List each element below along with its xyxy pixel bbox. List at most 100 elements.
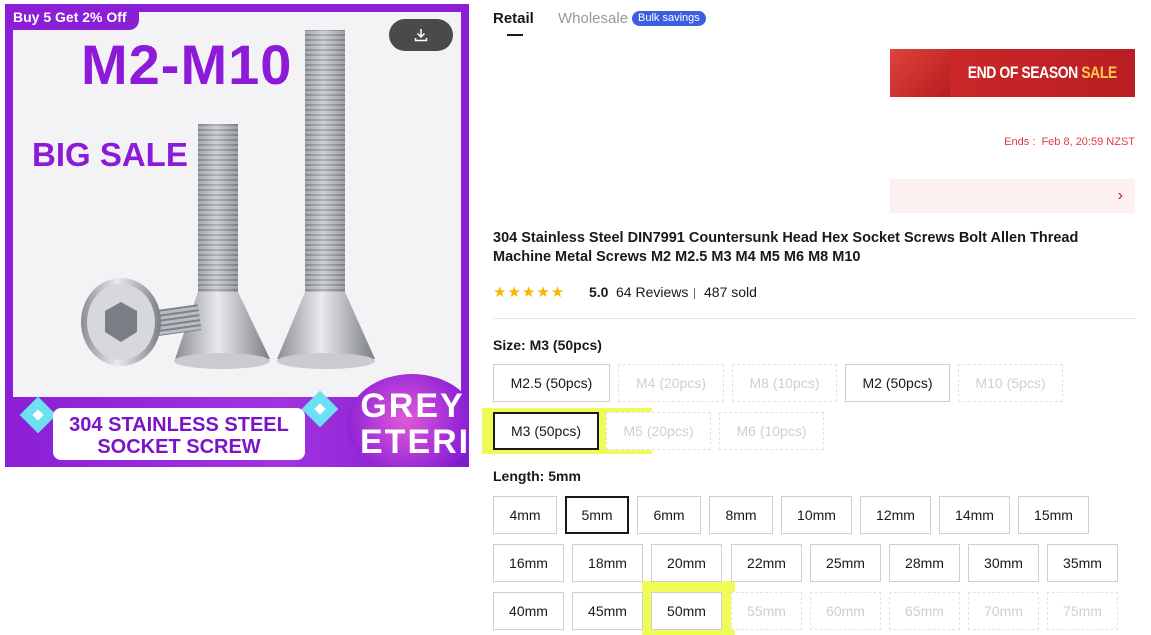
length-option[interactable]: 75mm xyxy=(1047,592,1118,630)
size-option-label: M10 (5pcs) xyxy=(975,375,1046,391)
size-option[interactable]: M4 (20pcs) xyxy=(618,364,724,402)
ends-label: Ends : xyxy=(1004,136,1036,148)
length-option-label: 8mm xyxy=(725,507,757,523)
tab-wholesale-label: Wholesale xyxy=(558,10,629,27)
size-option-label: M2 (50pcs) xyxy=(862,375,933,391)
material-label: 304 STAINLESS STEEL SOCKET SCREW xyxy=(53,408,305,460)
length-option[interactable]: 50mm xyxy=(651,592,722,630)
size-option-label: M4 (20pcs) xyxy=(635,375,707,391)
length-option[interactable]: 22mm xyxy=(731,544,802,582)
length-option-label: 4mm xyxy=(509,507,541,523)
download-icon xyxy=(414,29,428,42)
season-banner-main: END OF SEASON xyxy=(967,63,1078,82)
banner-decoration xyxy=(890,49,950,97)
length-option-label: 45mm xyxy=(588,603,627,619)
length-option[interactable]: 5mm xyxy=(565,496,629,534)
length-option[interactable]: 45mm xyxy=(572,592,643,630)
brand-logo: GREY ETERI xyxy=(360,387,469,461)
length-option-label: 60mm xyxy=(826,603,865,619)
length-option[interactable]: 4mm xyxy=(493,496,557,534)
season-banner-text: END OF SEASON SALE xyxy=(967,63,1118,83)
size-label: Size: M3 (50pcs) xyxy=(493,337,602,353)
size-option[interactable]: M6 (10pcs) xyxy=(719,412,824,450)
active-tab-underline xyxy=(507,34,523,36)
sale-ends-countdown: Ends : Feb 8, 20:59 NZST xyxy=(1004,136,1135,148)
length-option-label: 65mm xyxy=(905,603,944,619)
size-option[interactable]: M3 (50pcs) xyxy=(493,412,599,450)
length-option-label: 30mm xyxy=(984,555,1023,571)
chevron-right-icon: › xyxy=(1117,187,1123,204)
material-line-2: SOCKET SCREW xyxy=(97,436,261,458)
size-option[interactable]: M2 (50pcs) xyxy=(845,364,950,402)
size-option[interactable]: M5 (20pcs) xyxy=(606,412,711,450)
sold-count: 487 sold xyxy=(704,284,757,300)
size-option-label: M2.5 (50pcs) xyxy=(510,375,593,391)
promo-strip[interactable]: › xyxy=(890,179,1135,213)
length-option[interactable]: 16mm xyxy=(493,544,564,582)
length-option[interactable]: 70mm xyxy=(968,592,1039,630)
size-option[interactable]: M10 (5pcs) xyxy=(958,364,1063,402)
length-option[interactable]: 12mm xyxy=(860,496,931,534)
brand-line-1: GREY xyxy=(360,387,465,425)
size-option-label: M3 (50pcs) xyxy=(510,423,582,439)
section-divider xyxy=(493,318,1135,319)
length-option-label: 40mm xyxy=(509,603,548,619)
length-option[interactable]: 28mm xyxy=(889,544,960,582)
length-option-label: 5mm xyxy=(581,507,613,523)
star-rating-icon: ★★★★★ xyxy=(493,284,566,301)
length-option-label: 28mm xyxy=(905,555,944,571)
brand-line-2: ETERI xyxy=(360,423,469,461)
length-option[interactable]: 40mm xyxy=(493,592,564,630)
size-range-headline: M2-M10 xyxy=(81,33,293,96)
length-option-label: 50mm xyxy=(667,603,706,619)
product-title: 304 Stainless Steel DIN7991 Countersunk … xyxy=(493,230,1079,265)
length-option-label: 14mm xyxy=(955,507,994,523)
download-image-button[interactable] xyxy=(389,19,453,51)
length-option-label: 15mm xyxy=(1034,507,1073,523)
divider xyxy=(694,288,695,299)
length-option-label: 6mm xyxy=(653,507,685,523)
length-option-label: 70mm xyxy=(984,603,1023,619)
size-option-label: M5 (20pcs) xyxy=(623,423,694,439)
length-option-label: 16mm xyxy=(509,555,548,571)
length-option[interactable]: 8mm xyxy=(709,496,773,534)
tab-wholesale[interactable]: Wholesale xyxy=(558,10,628,27)
length-option-label: 20mm xyxy=(667,555,706,571)
length-option[interactable]: 10mm xyxy=(781,496,852,534)
length-option-label: 35mm xyxy=(1063,555,1102,571)
length-option[interactable]: 65mm xyxy=(889,592,960,630)
ends-value: Feb 8, 20:59 NZST xyxy=(1041,136,1135,148)
big-sale-text: BIG SALE xyxy=(32,136,188,173)
length-option[interactable]: 14mm xyxy=(939,496,1010,534)
length-option-label: 12mm xyxy=(876,507,915,523)
length-option-label: 22mm xyxy=(747,555,786,571)
length-option[interactable]: 60mm xyxy=(810,592,881,630)
length-option-label: 25mm xyxy=(826,555,865,571)
size-option[interactable]: M8 (10pcs) xyxy=(732,364,837,402)
length-option[interactable]: 18mm xyxy=(572,544,643,582)
season-sale-banner[interactable]: END OF SEASON SALE xyxy=(890,49,1135,97)
bulk-savings-badge: Bulk savings xyxy=(632,11,706,26)
length-option[interactable]: 25mm xyxy=(810,544,881,582)
season-banner-accent: SALE xyxy=(1081,63,1117,82)
product-image[interactable]: Buy 5 Get 2% Off M2-M10 BIG SALE 304 STA… xyxy=(5,4,469,467)
length-option-label: 75mm xyxy=(1063,603,1102,619)
length-option[interactable]: 15mm xyxy=(1018,496,1089,534)
size-option-label: M8 (10pcs) xyxy=(749,375,820,391)
length-option-label: 55mm xyxy=(747,603,786,619)
tab-retail[interactable]: Retail xyxy=(493,10,534,36)
size-option-label: M6 (10pcs) xyxy=(736,423,807,439)
length-option[interactable]: 30mm xyxy=(968,544,1039,582)
length-option[interactable]: 35mm xyxy=(1047,544,1118,582)
length-option[interactable]: 55mm xyxy=(731,592,802,630)
material-line-1: 304 STAINLESS STEEL xyxy=(69,414,289,436)
review-count-link[interactable]: 64 Reviews xyxy=(616,284,688,300)
length-label: Length: 5mm xyxy=(493,468,581,484)
length-option-label: 10mm xyxy=(797,507,836,523)
promo-tag: Buy 5 Get 2% Off xyxy=(5,4,139,30)
rating-score: 5.0 xyxy=(589,284,609,300)
length-option[interactable]: 6mm xyxy=(637,496,701,534)
length-option[interactable]: 20mm xyxy=(651,544,722,582)
tab-retail-label: Retail xyxy=(493,10,534,27)
size-option[interactable]: M2.5 (50pcs) xyxy=(493,364,610,402)
